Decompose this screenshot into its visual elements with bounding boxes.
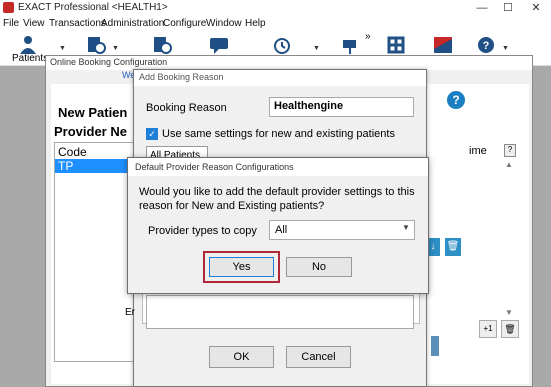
title-bar: EXACT Professional <HEALTH1> — ☐ ✕ [0, 0, 551, 16]
menu-bar: File View Transactions Administration Co… [0, 16, 551, 32]
minimize-button[interactable]: — [470, 0, 494, 16]
notes-textarea[interactable] [146, 295, 414, 329]
scroll-down-icon[interactable]: ▼ [505, 308, 513, 317]
booking-reason-input[interactable]: Healthengine [269, 97, 414, 117]
patients-label[interactable]: Patients [12, 53, 48, 64]
chart-icon[interactable] [432, 35, 454, 55]
maximize-button[interactable]: ☐ [496, 0, 520, 16]
abr-title: Add Booking Reason [134, 70, 426, 86]
menu-configure[interactable]: Configure [163, 18, 206, 29]
chevron-down-icon[interactable]: ▼ [502, 45, 509, 52]
menu-window[interactable]: Window [206, 18, 242, 29]
puzzle-icon[interactable] [385, 35, 407, 55]
default-provider-config-dialog: Default Provider Reason Configurations W… [127, 157, 429, 294]
chevron-down-icon: ▼ [402, 223, 410, 232]
menu-administration[interactable]: Administration [101, 18, 164, 29]
menu-file[interactable]: File [3, 18, 19, 29]
mailbox-icon[interactable] [339, 35, 361, 55]
menu-view[interactable]: View [23, 18, 45, 29]
notes-label: Er [125, 307, 135, 318]
patients-icon[interactable] [17, 35, 39, 55]
dprc-title: Default Provider Reason Configurations [128, 158, 428, 176]
sort-icon[interactable]: ? [504, 144, 516, 157]
appointments-icon[interactable] [151, 35, 173, 55]
alarm-clock-icon[interactable] [271, 35, 293, 55]
no-button[interactable]: No [286, 257, 352, 277]
side-scroll-block[interactable] [431, 336, 439, 356]
obc-title: Online Booking Configuration [46, 56, 532, 70]
menu-transactions[interactable]: Transactions [49, 18, 106, 29]
dialog-message: Would you like to add the default provid… [139, 186, 415, 212]
close-button[interactable]: ✕ [524, 0, 548, 16]
scroll-up-icon[interactable]: ▲ [505, 160, 513, 169]
provider-heading: Provider Ne [54, 124, 127, 139]
messages-icon[interactable] [208, 35, 230, 55]
provider-types-select[interactable]: All ▼ [269, 220, 415, 240]
chevron-down-icon[interactable]: ▼ [59, 45, 66, 52]
provider-types-label: Provider types to copy [148, 225, 257, 237]
chevron-down-icon[interactable]: ▼ [313, 45, 320, 52]
svg-text:?: ? [483, 40, 490, 52]
menu-help[interactable]: Help [245, 18, 266, 29]
app-icon [3, 2, 14, 13]
help-button[interactable]: ? [447, 91, 465, 109]
schedule-icon[interactable] [85, 35, 107, 55]
same-settings-checkbox[interactable]: ✓ [146, 128, 158, 140]
new-patients-heading: New Patien [58, 105, 128, 120]
ok-button[interactable]: OK [209, 346, 274, 368]
time-column-header[interactable]: ime [469, 145, 487, 157]
help-icon[interactable]: ? [475, 35, 497, 55]
add-one-button[interactable]: +1 [479, 320, 497, 338]
same-settings-label: Use same settings for new and existing p… [162, 128, 395, 140]
toolbar-overflow[interactable]: » [365, 31, 371, 42]
cancel-button[interactable]: Cancel [286, 346, 351, 368]
app-title: EXACT Professional <HEALTH1> [18, 2, 168, 13]
trash-icon[interactable]: 🗑 [501, 320, 519, 338]
code-column-header[interactable]: Code [58, 145, 87, 159]
chevron-down-icon[interactable]: ▼ [112, 45, 119, 52]
booking-reason-label: Booking Reason [146, 102, 227, 114]
provider-types-value: All [275, 224, 288, 236]
trash-icon[interactable]: 🗑 [445, 238, 461, 256]
yes-button[interactable]: Yes [209, 257, 274, 277]
